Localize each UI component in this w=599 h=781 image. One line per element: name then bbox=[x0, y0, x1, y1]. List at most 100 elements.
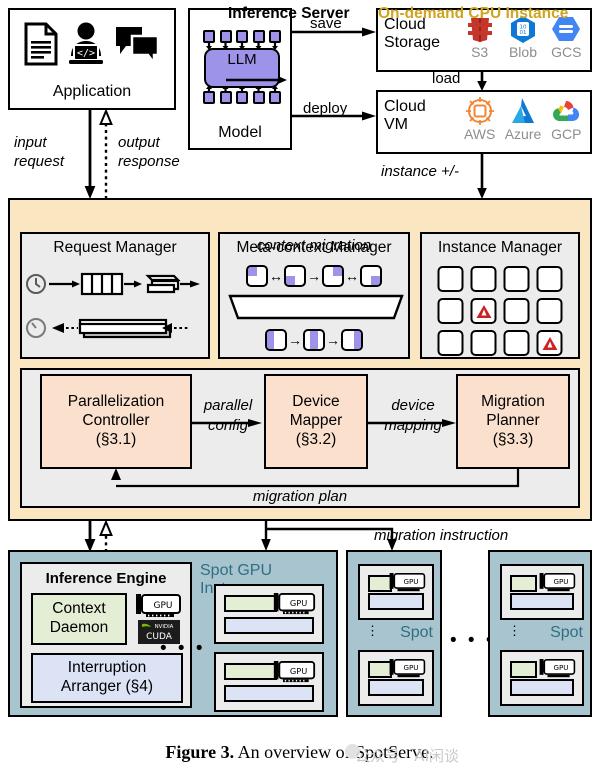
azure-icon bbox=[510, 96, 536, 126]
context-daemon-line2: Daemon bbox=[49, 619, 109, 636]
cloud-vm-box: Cloud VM AWS Azure GCP bbox=[376, 90, 592, 154]
interruption-bar bbox=[224, 617, 314, 634]
interruption-bar bbox=[510, 679, 574, 696]
context-block bbox=[341, 329, 363, 351]
planner-section: (§3.3) bbox=[492, 430, 534, 448]
input-request-arrow bbox=[84, 110, 96, 199]
model-box: LLM Model bbox=[188, 8, 292, 150]
planner-section: (§3.2) bbox=[295, 430, 337, 448]
gpu-worker-card: GPU bbox=[214, 584, 324, 644]
vendor-name: Blob bbox=[508, 44, 537, 60]
context-block bbox=[322, 265, 344, 287]
input-request-label: input request bbox=[14, 134, 65, 170]
context-bar bbox=[510, 575, 538, 592]
vendor-name: S3 bbox=[471, 44, 489, 60]
request-manager-inflow bbox=[26, 272, 200, 296]
cloud-vm-vendors: AWS Azure GCP bbox=[458, 94, 588, 150]
vendor-aws: AWS bbox=[458, 94, 501, 142]
instance-manager-box: Instance Manager bbox=[420, 232, 580, 359]
arrow-right-icon: → bbox=[307, 268, 321, 284]
spot-gpu-instance-b: GPU ⋮ Spot GPU bbox=[346, 550, 442, 717]
figure-caption: Figure 3. An overview of SpotServe. bbox=[0, 742, 599, 763]
vendor-name: Azure bbox=[504, 126, 542, 142]
context-block bbox=[284, 265, 306, 287]
instance-scale-arrow bbox=[477, 154, 487, 199]
engine-to-server-arrow bbox=[99, 521, 113, 552]
planner-line1: Device bbox=[292, 393, 340, 411]
interruption-line1: Interruption bbox=[67, 659, 147, 677]
request-manager-box: Request Manager bbox=[20, 232, 210, 359]
interruption-bar bbox=[368, 679, 424, 696]
gpu-card-icon: GPU bbox=[388, 572, 426, 593]
google-cloud-icon bbox=[551, 96, 581, 126]
planner-line2: Controller bbox=[82, 412, 150, 430]
context-block bbox=[360, 265, 382, 287]
instance-grid bbox=[437, 266, 563, 356]
warning-triangle-icon bbox=[476, 304, 491, 318]
gpu-card-icon: GPU bbox=[272, 592, 316, 616]
vertical-ellipsis: ⋮ bbox=[508, 623, 521, 638]
cloud-vm-title: Cloud VM bbox=[384, 98, 426, 133]
vendor-gcp: GCP bbox=[545, 94, 588, 142]
watermark-text: 公众号 · AI闲谈 bbox=[355, 747, 459, 765]
planner-line1: Parallelization bbox=[67, 393, 165, 411]
server-to-engine-arrow bbox=[84, 521, 96, 552]
context-bar bbox=[510, 661, 538, 678]
meta-context-manager-box: Meta-context Manager ↔ → ↔ context migra… bbox=[218, 232, 410, 359]
svg-text:GPU: GPU bbox=[403, 663, 418, 672]
gpu-card-icon: GPU bbox=[272, 660, 316, 684]
instance-cell-alert bbox=[536, 330, 563, 356]
device-mapper-box: Device Mapper (§3.2) bbox=[264, 374, 368, 469]
model-node bbox=[203, 91, 215, 104]
arrow-right-icon: → bbox=[288, 332, 302, 348]
application-label: Application bbox=[52, 83, 132, 100]
vertical-ellipsis: ⋮ bbox=[366, 623, 379, 638]
planner-line1: Migration bbox=[481, 393, 545, 411]
gpu-worker-card: GPU bbox=[358, 650, 434, 706]
planner-line2: Planner bbox=[486, 412, 540, 430]
context-block bbox=[303, 329, 325, 351]
instance-cell bbox=[470, 330, 497, 356]
context-bar bbox=[224, 595, 277, 612]
model-node bbox=[236, 91, 248, 104]
svg-text:NVIDIA: NVIDIA bbox=[155, 624, 174, 630]
output-response-arrow bbox=[99, 110, 113, 199]
migration-plan-label: migration plan bbox=[252, 488, 348, 505]
output-response-label: output response bbox=[118, 134, 180, 170]
gpu-worker-card: GPU bbox=[358, 564, 434, 620]
interruption-line2: Arranger (§4) bbox=[60, 678, 154, 695]
svg-text:01: 01 bbox=[519, 30, 526, 36]
instance-cell bbox=[503, 298, 530, 324]
instance-cell bbox=[503, 266, 530, 292]
load-arrow bbox=[477, 70, 487, 91]
migration-instruction-label: migration instruction bbox=[374, 527, 509, 544]
interruption-arranger-box: Interruption Arranger (§4) bbox=[31, 653, 183, 703]
context-blocks-row-top: ↔ → ↔ bbox=[220, 262, 408, 290]
context-blocks-row-bottom: → → bbox=[220, 326, 408, 354]
instance-manager-title: Instance Manager bbox=[437, 239, 563, 256]
figure-canvas: </> Application LLM Model Cloud Storage … bbox=[0, 0, 599, 781]
application-box: </> Application bbox=[8, 8, 176, 110]
instance-cell-alert bbox=[470, 298, 497, 324]
svg-text:GPU: GPU bbox=[290, 666, 307, 676]
context-daemon-line1: Context bbox=[52, 600, 106, 618]
gpu-card-icon: GPU bbox=[388, 658, 426, 679]
context-migration-label: context migration bbox=[256, 237, 372, 254]
aws-ec2-icon bbox=[465, 96, 494, 126]
context-migration-banner bbox=[228, 294, 404, 320]
inference-engine-title: Inference Engine bbox=[45, 570, 167, 587]
arrow-right-icon: → bbox=[326, 332, 340, 348]
instance-cell bbox=[437, 330, 464, 356]
model-node bbox=[252, 91, 265, 104]
gpu-worker-card: GPU bbox=[500, 650, 584, 706]
context-daemon-box: Context Daemon bbox=[31, 593, 127, 645]
instance-scale-label: instance +/- bbox=[381, 163, 459, 180]
application-icon-row: </> bbox=[10, 20, 174, 68]
model-bottom-nodes bbox=[203, 91, 281, 106]
svg-text:GPU: GPU bbox=[403, 577, 418, 586]
gpu-card-icon: GPU bbox=[538, 658, 576, 679]
model-label: Model bbox=[218, 124, 262, 141]
llm-label: LLM bbox=[227, 51, 257, 68]
on-demand-cpu-instance-label: On-demand CPU Instance bbox=[378, 5, 569, 22]
gpu-worker-card: GPU bbox=[214, 652, 324, 712]
